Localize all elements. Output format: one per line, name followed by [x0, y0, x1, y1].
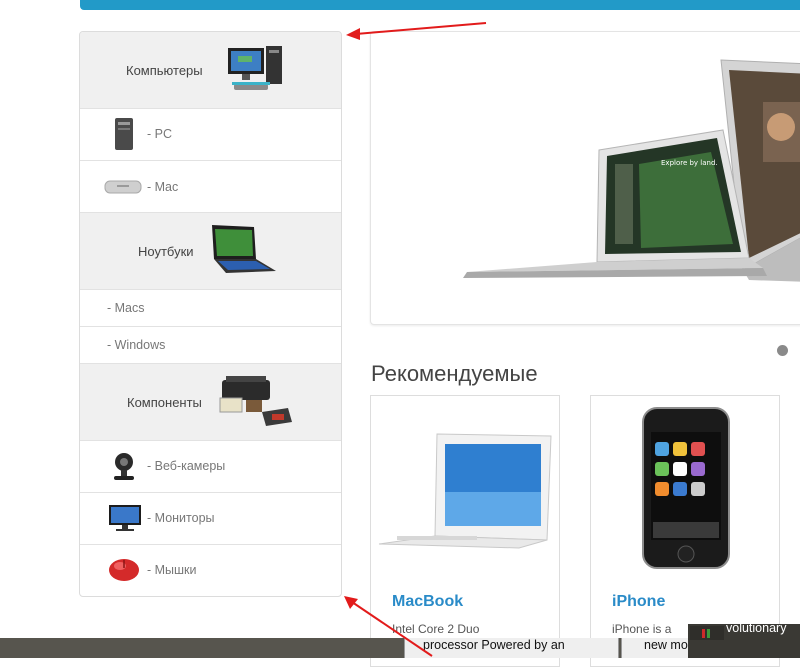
sidebar-item-label: - Mac — [147, 180, 179, 194]
monitor-icon — [109, 505, 141, 531]
iphone-product-image — [642, 407, 730, 569]
sidebar-item-label: - Windows — [107, 338, 166, 352]
macbook-air-banner-image: Explore by land. — [463, 59, 800, 282]
sidebar-item-label: - Macs — [107, 301, 145, 315]
sidebar-item-label: - Мышки — [147, 563, 197, 577]
laptop-icon — [212, 225, 276, 273]
sidebar-item-mice[interactable]: - Мышки — [80, 545, 341, 596]
sidebar-item-label: - Мониторы — [147, 511, 215, 525]
sidebar-item-monitors[interactable]: - Мониторы — [80, 493, 341, 545]
category-sidebar: Компьютеры - PC - Mac Ноутбуки - Macs - … — [79, 31, 342, 597]
sidebar-item-label: Компоненты — [127, 395, 202, 410]
sidebar-item-label: Компьютеры — [126, 63, 203, 78]
sidebar-item-mac[interactable]: - Mac — [80, 161, 341, 213]
sidebar-item-components[interactable]: Компоненты — [80, 364, 341, 441]
annotation-arrow-top — [346, 22, 487, 40]
product-description: iPhone is a — [612, 622, 672, 636]
promo-slider[interactable]: Explore by land. — [370, 31, 800, 325]
sidebar-item-macs[interactable]: - Macs — [80, 290, 341, 327]
sidebar-item-webcams[interactable]: - Веб-камеры — [80, 441, 341, 493]
sidebar-item-pc[interactable]: - PC — [80, 109, 341, 161]
system-tray-icon — [690, 626, 724, 640]
mac-mini-icon — [104, 180, 142, 194]
sidebar-item-computers[interactable]: Компьютеры — [80, 32, 341, 109]
slider-pagination-dot[interactable] — [777, 345, 788, 356]
tooltip-text: volutionary — [726, 621, 787, 635]
sidebar-item-label: - PC — [147, 127, 172, 141]
macbook-product-image — [378, 433, 552, 549]
pc-tower-icon — [115, 118, 133, 150]
sidebar-item-windows[interactable]: - Windows — [80, 327, 341, 364]
webcam-icon — [114, 453, 134, 480]
mouse-icon — [109, 559, 139, 581]
sidebar-item-laptops[interactable]: Ноутбуки — [80, 213, 341, 290]
annotation-arrow-bottom — [344, 596, 433, 657]
svg-text:Explore by land.: Explore by land. — [661, 159, 718, 167]
components-icon — [219, 376, 292, 426]
sidebar-item-label: - Веб-камеры — [147, 459, 226, 473]
computer-icon — [228, 46, 282, 90]
recommended-heading: Рекомендуемые — [371, 361, 538, 386]
top-nav-bar — [80, 0, 800, 10]
product-name-link[interactable]: iPhone — [612, 593, 665, 611]
sidebar-item-label: Ноутбуки — [138, 244, 194, 259]
